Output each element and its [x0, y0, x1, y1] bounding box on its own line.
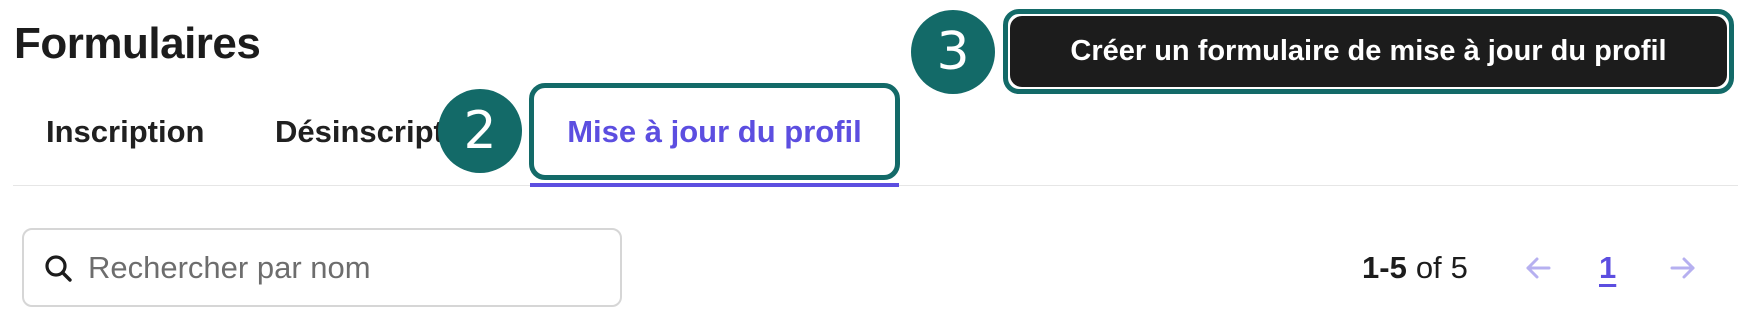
pagination-range-value: 1-5 — [1362, 250, 1407, 285]
page-title: Formulaires — [14, 19, 261, 68]
next-page-button[interactable] — [1669, 238, 1699, 298]
arrow-right-icon — [1670, 257, 1695, 279]
previous-page-button[interactable] — [1524, 238, 1554, 298]
tab-desinscription[interactable]: Désinscription — [275, 96, 450, 168]
page-number-current[interactable]: 1 — [1599, 238, 1616, 298]
form-type-tabs: Inscription Désinscription Mise à jour d… — [0, 83, 1738, 188]
arrow-left-icon — [1526, 257, 1551, 279]
tab-profile-update[interactable]: Mise à jour du profil — [529, 83, 900, 180]
step-marker-3: 3 — [911, 10, 995, 94]
step-marker-2: 2 — [438, 89, 522, 173]
search-icon — [45, 255, 72, 282]
tab-inscription[interactable]: Inscription — [46, 96, 204, 168]
create-profile-form-button[interactable]: Créer un formulaire de mise à jour du pr… — [1010, 16, 1727, 87]
pagination-total: 5 — [1450, 250, 1468, 285]
search-input[interactable] — [88, 238, 608, 297]
search-field[interactable] — [22, 228, 622, 307]
pagination-range: 1-5 of 5 — [1362, 238, 1468, 298]
pagination-of-label: of — [1415, 250, 1442, 285]
active-tab-indicator — [530, 183, 899, 187]
